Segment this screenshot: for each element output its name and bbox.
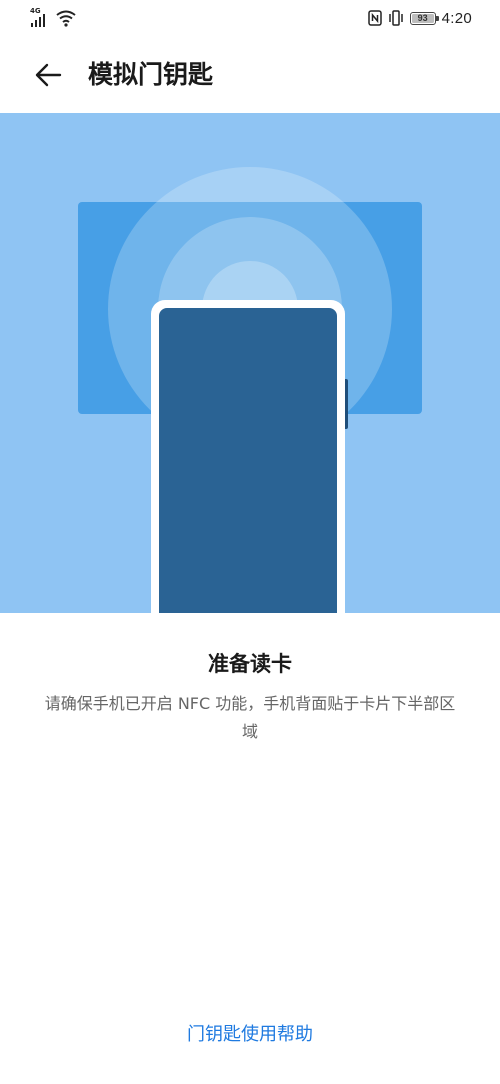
wifi-icon (56, 10, 76, 27)
arrow-left-icon (35, 63, 62, 87)
status-right: 93 4:20 (367, 7, 472, 29)
signal-icon (31, 14, 45, 27)
back-button[interactable] (26, 53, 70, 97)
title-bar: 模拟门钥匙 (0, 36, 500, 114)
help-link[interactable]: 门钥匙使用帮助 (0, 1020, 500, 1050)
nfc-card-phone-graphic (78, 167, 422, 613)
status-heading: 准备读卡 (208, 652, 292, 676)
instruction-text: 请确保手机已开启 NFC 功能，手机背面贴于卡片下半部区域 (44, 694, 456, 741)
vibrate-icon (388, 10, 403, 26)
phone-screen (159, 308, 337, 613)
battery-level: 93 (417, 13, 428, 23)
page-title: 模拟门钥匙 (88, 60, 214, 89)
nfc-illustration (0, 113, 500, 613)
screen: 4G 93 4:20 模拟门钥匙 准备读卡 请确保手机已开启 NFC 功能，手机… (0, 0, 500, 1084)
battery-icon: 93 (409, 11, 439, 25)
nfc-icon (367, 10, 382, 26)
clock: 4:20 (441, 9, 472, 27)
status-bar: 4G 93 4:20 (0, 0, 500, 36)
